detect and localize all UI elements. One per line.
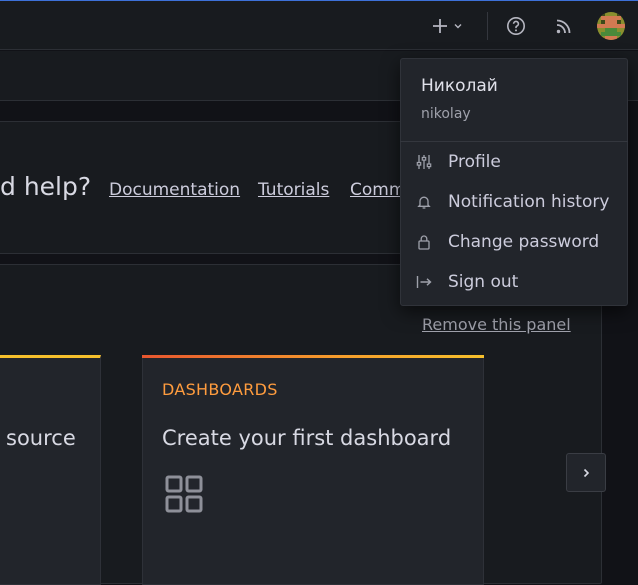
menu-item-sign-out-label: Sign out: [448, 272, 519, 292]
datasource-card-title: source: [6, 426, 76, 450]
user-avatar[interactable]: [597, 12, 625, 40]
question-circle-icon: [507, 17, 525, 35]
dashboards-card-accent: [142, 355, 484, 358]
remove-panel-link[interactable]: Remove this panel: [422, 315, 571, 334]
user-login: nikolay: [421, 106, 471, 122]
chevron-down-icon: [454, 24, 462, 29]
menu-item-change-password[interactable]: Change password: [401, 223, 627, 261]
top-accent-line: [0, 0, 638, 1]
menu-item-profile-label: Profile: [448, 152, 501, 172]
menu-item-change-password-label: Change password: [448, 232, 600, 252]
sign-out-icon: [416, 276, 432, 288]
dashboards-card-kind: DASHBOARDS: [162, 380, 278, 399]
add-new-button[interactable]: [424, 13, 470, 39]
rss-icon: [556, 19, 571, 34]
lock-icon: [418, 235, 430, 250]
menu-item-notification-history-label: Notification history: [448, 192, 610, 212]
chevron-right-icon: [583, 468, 590, 477]
top-navbar: [0, 0, 638, 50]
news-button[interactable]: [550, 12, 578, 40]
dashboards-card-title: Create your first dashboard: [162, 426, 452, 450]
plus-icon: [433, 19, 447, 33]
menu-item-sign-out[interactable]: Sign out: [401, 263, 627, 301]
carousel-next-button[interactable]: [566, 453, 606, 492]
help-title: d help?: [0, 172, 92, 201]
tutorials-link[interactable]: Tutorials: [258, 180, 329, 200]
bell-icon: [417, 196, 431, 209]
datasource-card[interactable]: [0, 355, 101, 585]
apps-icon: [165, 475, 203, 513]
menu-item-notification-history[interactable]: Notification history: [401, 183, 627, 221]
user-display-name: Николай: [421, 76, 498, 96]
documentation-link[interactable]: Documentation: [109, 180, 240, 200]
menu-item-profile[interactable]: Profile: [401, 143, 627, 181]
user-menu-divider: [400, 141, 628, 142]
toolbar-divider: [487, 12, 488, 40]
help-button[interactable]: [502, 12, 530, 40]
community-link[interactable]: Comm: [350, 180, 405, 200]
avatar-identicon: [597, 12, 625, 40]
sliders-icon: [416, 155, 432, 169]
